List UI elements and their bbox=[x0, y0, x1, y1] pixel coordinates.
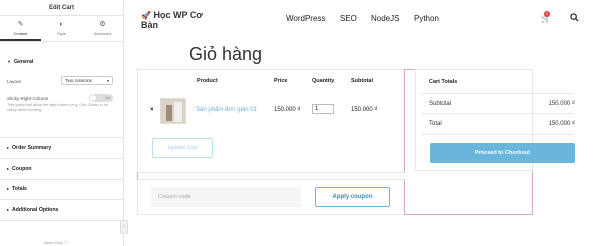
section-coupon-label: Coupon bbox=[12, 166, 32, 172]
coupon-code-input[interactable]: Coupon code bbox=[151, 187, 301, 207]
divider bbox=[421, 113, 573, 114]
divider bbox=[0, 179, 123, 180]
subtotal-label: Subtotal bbox=[429, 101, 452, 107]
search-icon[interactable] bbox=[570, 13, 579, 22]
cart-totals-title: Cart Totals bbox=[429, 79, 458, 85]
tab-content[interactable]: ✎ Content bbox=[0, 16, 41, 41]
col-header-price: Price bbox=[274, 78, 288, 84]
page-title: Giỏ hàng bbox=[189, 44, 263, 64]
gear-icon: ⚙ bbox=[99, 21, 106, 28]
update-cart-button[interactable]: Update Cart bbox=[152, 138, 213, 158]
subtotal-value: 150.000 ₫ bbox=[548, 101, 575, 107]
pencil-icon: ✎ bbox=[17, 21, 24, 28]
section-general-label: General bbox=[13, 59, 34, 65]
layout-select-value: Two columns bbox=[65, 78, 92, 83]
layout-control: Layout Two columns ▾ bbox=[7, 76, 113, 85]
product-subtotal: 150.000 ₫ bbox=[351, 107, 378, 113]
thumbnail-shape bbox=[166, 105, 172, 121]
sticky-toggle[interactable]: No bbox=[89, 94, 113, 102]
section-additional-options-label: Additional Options bbox=[12, 207, 59, 213]
section-general[interactable]: ▼ General bbox=[0, 59, 40, 65]
divider bbox=[0, 199, 123, 200]
divider bbox=[0, 220, 123, 221]
sticky-toggle-label: No bbox=[105, 96, 110, 100]
subtotal-row: Subtotal 150.000 ₫ bbox=[429, 101, 575, 107]
divider bbox=[421, 93, 573, 94]
toggle-knob bbox=[90, 95, 96, 101]
product-name-link[interactable]: Sản phẩm đơn giản 01 bbox=[196, 107, 257, 113]
divider bbox=[421, 134, 573, 135]
divider bbox=[0, 158, 123, 159]
remove-item-button[interactable]: × bbox=[150, 107, 154, 113]
cart-count-badge: 0 bbox=[544, 11, 550, 17]
section-totals-label: Totals bbox=[12, 186, 27, 192]
page-root: Edit Cart ✎ Content ◐ Style ⚙ Advanced ▼… bbox=[0, 0, 600, 246]
sidebar-title: Edit Cart bbox=[0, 0, 123, 16]
sticky-label: Sticky Right Column bbox=[7, 96, 49, 101]
total-row: Total 150.000 ₫ bbox=[429, 121, 575, 127]
layout-select[interactable]: Two columns ▾ bbox=[61, 76, 113, 85]
section-order-summary[interactable]: ▸ Order Summary bbox=[0, 145, 58, 151]
tab-advanced[interactable]: ⚙ Advanced bbox=[82, 16, 123, 41]
section-totals[interactable]: ▸ Totals bbox=[0, 186, 34, 192]
nav-item-wordpress[interactable]: WordPress bbox=[286, 14, 325, 23]
section-coupon[interactable]: ▸ Coupon bbox=[0, 166, 39, 172]
site-logo-text: Học WP Cơ Bản bbox=[141, 10, 203, 30]
nav-item-python[interactable]: Python bbox=[414, 14, 439, 23]
layout-label: Layout bbox=[7, 79, 21, 84]
caret-right-icon: ▸ bbox=[7, 186, 10, 191]
total-label: Total bbox=[429, 121, 442, 127]
section-order-summary-label: Order Summary bbox=[12, 145, 52, 151]
proceed-to-checkout-button[interactable]: Proceed to Checkout bbox=[430, 143, 575, 163]
tab-style-label: Style bbox=[57, 31, 66, 36]
sticky-control: Sticky Right Column No bbox=[7, 94, 113, 102]
col-header-product: Product bbox=[197, 78, 218, 84]
sidebar-tabs: ✎ Content ◐ Style ⚙ Advanced bbox=[0, 16, 123, 42]
page-preview: 🚀 Học WP Cơ Bản WordPress SEO NodeJS Pyt… bbox=[125, 0, 600, 246]
divider bbox=[0, 137, 123, 138]
col-header-quantity: Quantity bbox=[312, 78, 335, 84]
editor-sidebar: Edit Cart ✎ Content ◐ Style ⚙ Advanced ▼… bbox=[0, 0, 124, 246]
nav-item-nodejs[interactable]: NodeJS bbox=[371, 14, 399, 23]
section-additional-options[interactable]: ▸ Additional Options bbox=[0, 207, 65, 213]
apply-coupon-button[interactable]: Apply coupon bbox=[315, 187, 390, 207]
quantity-input[interactable]: 1 bbox=[312, 104, 334, 114]
caret-down-icon: ▼ bbox=[7, 59, 11, 64]
half-circle-icon: ◐ bbox=[59, 21, 64, 28]
need-help-link[interactable]: Need Help ⓘ bbox=[44, 240, 68, 246]
nav-item-seo[interactable]: SEO bbox=[340, 14, 357, 23]
chevron-down-icon: ▾ bbox=[106, 78, 109, 83]
product-thumbnail[interactable] bbox=[160, 98, 186, 124]
tab-style[interactable]: ◐ Style bbox=[41, 16, 82, 41]
caret-right-icon: ▸ bbox=[7, 166, 10, 171]
site-logo[interactable]: 🚀 Học WP Cơ Bản bbox=[141, 11, 203, 29]
product-price: 150.000 ₫ bbox=[274, 107, 301, 113]
caret-right-icon: ▸ bbox=[7, 207, 10, 212]
col-header-subtotal: Subtotal bbox=[351, 78, 373, 84]
tab-advanced-label: Advanced bbox=[93, 31, 112, 36]
caret-right-icon: ▸ bbox=[7, 145, 10, 150]
tab-content-label: Content bbox=[13, 31, 28, 36]
sticky-note: This option will allow the right column … bbox=[7, 103, 109, 112]
total-value: 150.000 ₫ bbox=[548, 121, 575, 127]
thumbnail-shape bbox=[174, 102, 182, 122]
